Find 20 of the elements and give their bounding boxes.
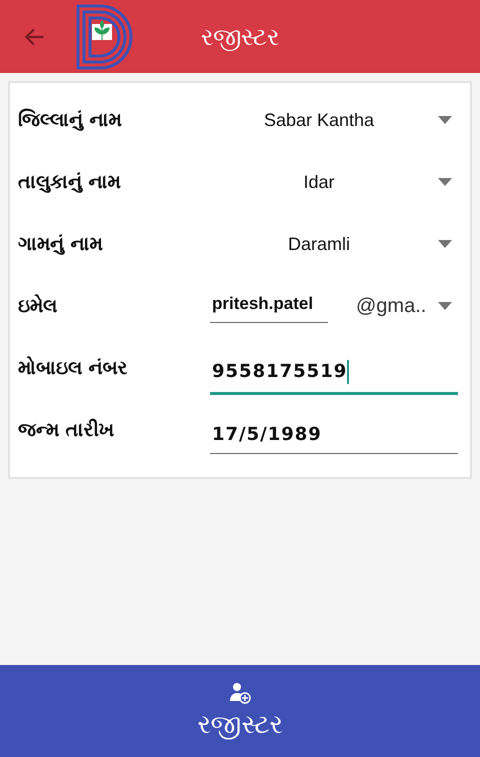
dropdown-value[interactable]: Idar xyxy=(210,172,428,192)
field-label: જિલ્લાનું નામ xyxy=(18,109,123,131)
field-label: મોબાઇલ નંબર xyxy=(18,357,129,379)
dropdown-caret-icon[interactable] xyxy=(438,240,452,248)
field-label: જન્મ તારીખ xyxy=(18,419,116,441)
input-field[interactable]: 17/5/1989 xyxy=(210,420,458,454)
field-label: ઇમેલ xyxy=(18,295,58,317)
dropdown-value[interactable]: Daramli xyxy=(210,234,428,254)
dropdown-caret-icon[interactable] xyxy=(438,116,452,124)
domain-dropdown[interactable]: @gma.. xyxy=(356,294,428,318)
field-label: ગામનું નામ xyxy=(18,233,104,255)
field-label: તાલુકાનું નામ xyxy=(18,171,122,193)
register-button[interactable]: રજીસ્ટર xyxy=(0,665,480,757)
dropdown-value[interactable]: Sabar Kantha xyxy=(210,110,428,130)
dropdown-caret-icon[interactable] xyxy=(438,302,452,310)
dropdown-caret-icon[interactable] xyxy=(438,178,452,186)
input-field[interactable]: 9558175519 xyxy=(210,356,458,394)
email-input[interactable]: pritesh.patel xyxy=(210,290,328,322)
add-user-icon xyxy=(229,682,251,704)
screen-title: રજીસ્ટર xyxy=(201,22,279,50)
